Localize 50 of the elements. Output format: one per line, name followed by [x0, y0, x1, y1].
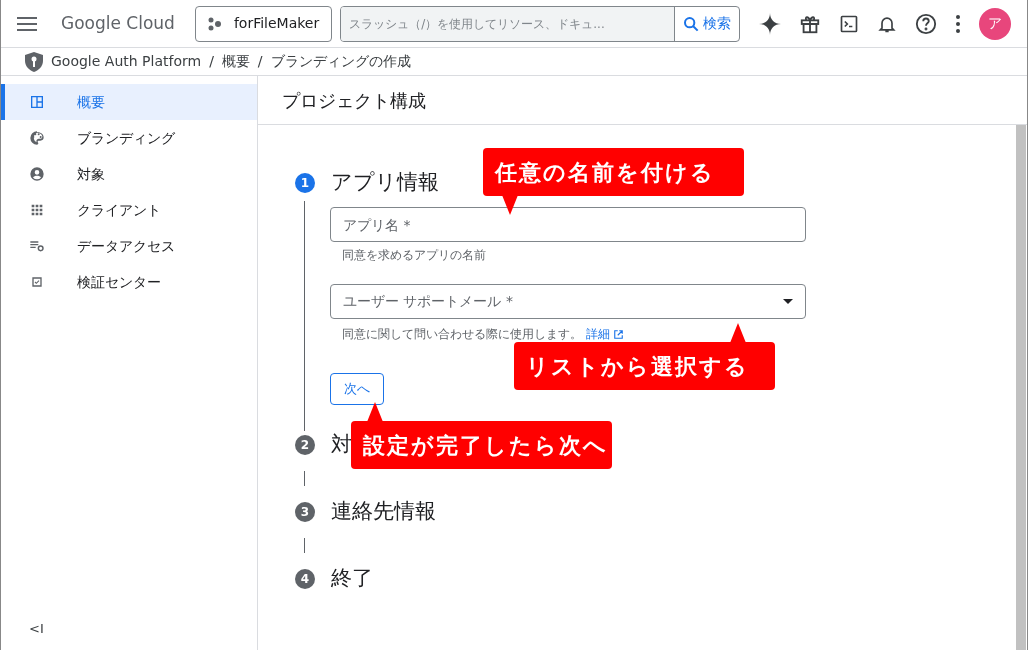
page-title: プロジェクト構成: [282, 88, 426, 113]
sidebar-item[interactable]: 検証センター: [1, 264, 257, 300]
avatar[interactable]: ア: [979, 7, 1011, 40]
menu-icon[interactable]: [17, 16, 37, 31]
sidebar-item[interactable]: ブランディング: [1, 120, 257, 156]
shield-key-icon: [25, 51, 43, 72]
breadcrumb-separator: /: [257, 52, 263, 71]
breadcrumb-link[interactable]: Google Auth Platform: [51, 51, 202, 72]
step-title: 連絡先情報: [331, 498, 436, 526]
help-icon[interactable]: [915, 12, 937, 35]
grid-icon: [29, 202, 45, 218]
callout: 設定が完了したら次へ: [351, 421, 612, 469]
project-picker[interactable]: forFileMaker: [194, 5, 333, 42]
support-email-select[interactable]: ユーザー サポートメール *: [330, 284, 806, 319]
more-icon[interactable]: [955, 14, 961, 33]
callout-pointer: [502, 195, 518, 215]
sidebar-item[interactable]: クライアント: [1, 192, 257, 228]
breadcrumb-link[interactable]: ブランディングの作成: [270, 51, 411, 72]
app-name-field[interactable]: アプリ名 *: [330, 207, 806, 242]
checkbox-icon: [29, 274, 45, 290]
step-title: アプリ情報: [331, 169, 439, 197]
collapse-button[interactable]: <I: [29, 618, 44, 638]
callout: リストから選択する: [514, 342, 775, 390]
sidebar-item[interactable]: 対象: [1, 156, 257, 192]
project-icon: [207, 16, 222, 31]
step-number: 4: [295, 569, 315, 589]
dropdown-caret-icon: [783, 299, 793, 304]
step-title: 終了: [331, 565, 373, 593]
learn-more-link[interactable]: 詳細: [586, 325, 610, 343]
step-number: 3: [295, 502, 315, 522]
field-hint: 同意を求めるアプリの名前: [341, 247, 486, 264]
palette-icon: [29, 130, 45, 146]
sidebar-item[interactable]: データアクセス: [1, 228, 257, 264]
sidebar-item[interactable]: 概要: [1, 84, 257, 120]
breadcrumb-link[interactable]: 概要: [221, 51, 250, 72]
step-number: 1: [295, 173, 315, 193]
callout-pointer: [367, 402, 383, 422]
step-number: 2: [295, 435, 315, 455]
brand-logo[interactable]: Google Cloud: [61, 10, 175, 37]
terminal-icon[interactable]: [839, 13, 859, 34]
external-link-icon: [614, 329, 623, 339]
field-hint: 同意に関して問い合わせる際に使用します。: [342, 326, 582, 343]
callout: 任意の名前を付ける: [483, 148, 744, 196]
callout-pointer: [730, 323, 746, 343]
breadcrumb-separator: /: [209, 52, 214, 71]
step-title: 対: [331, 431, 352, 459]
list-gear-icon: [29, 238, 45, 254]
next-button[interactable]: 次へ: [330, 373, 384, 405]
scrollbar[interactable]: [1016, 125, 1026, 650]
dashboard-icon: [29, 94, 45, 110]
